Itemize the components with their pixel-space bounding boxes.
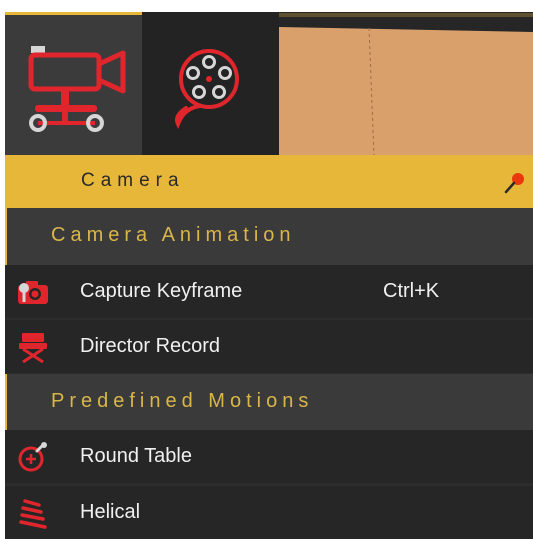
viewport-surface	[279, 27, 533, 155]
menu-item-helical[interactable]: Helical	[5, 486, 533, 539]
helix-icon	[19, 499, 47, 529]
menu-item-label: Director Record	[80, 335, 221, 357]
section-title: Predefined Motions	[51, 390, 314, 412]
menu-item-label: Capture Keyframe	[80, 280, 243, 302]
section-title: Camera Animation	[51, 224, 296, 246]
shortcut-label: Ctrl+K	[383, 280, 440, 302]
panel-header[interactable]: Camera	[5, 155, 533, 208]
camera-capture-icon	[18, 281, 48, 304]
panel-title: Camera	[81, 170, 185, 191]
menu-item-round-table[interactable]: Round Table	[5, 430, 533, 483]
film-reel-icon	[175, 49, 239, 129]
pin-icon[interactable]	[503, 170, 527, 194]
camera-tool-button[interactable]	[5, 12, 142, 155]
video-camera-on-dolly-icon	[28, 46, 126, 132]
menu-item-label: Round Table	[80, 445, 192, 467]
toolbar	[5, 12, 533, 155]
menu-item-capture-keyframe[interactable]: Capture Keyframe Ctrl+K	[5, 265, 533, 318]
viewport-scrollbar[interactable]	[279, 13, 533, 17]
film-reel-tool-button[interactable]	[142, 12, 279, 155]
camera-panel: Camera Camera Animation Capture Keyframe…	[5, 155, 533, 539]
viewport-preview	[279, 12, 533, 155]
section-camera-animation[interactable]: Camera Animation	[5, 208, 533, 265]
menu-item-label: Helical	[80, 501, 141, 523]
menu-item-director-record[interactable]: Director Record	[5, 320, 533, 373]
director-chair-icon	[19, 333, 47, 363]
round-table-icon	[18, 442, 47, 472]
section-predefined-motions[interactable]: Predefined Motions	[5, 374, 533, 430]
